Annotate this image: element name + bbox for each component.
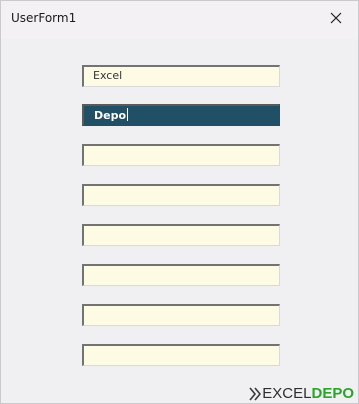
window-title: UserForm1 [11,11,77,25]
textbox-8[interactable] [82,344,280,366]
excel-depo-watermark: EXCEL DEPO [249,385,354,402]
watermark-depo-text: DEPO [311,385,354,402]
textbox-2[interactable]: Depo [82,104,280,126]
watermark-logo-icon [249,386,262,401]
textbox-1-value: Excel [93,69,123,82]
close-button[interactable] [316,1,356,35]
title-bar[interactable]: UserForm1 [1,1,358,39]
close-icon [330,12,342,24]
textbox-3[interactable] [82,144,280,166]
textbox-2-value: Depo [94,109,127,122]
textbox-4[interactable] [82,184,280,206]
text-caret [127,108,129,121]
textbox-5[interactable] [82,224,280,246]
textbox-1[interactable]: Excel [82,65,280,87]
textbox-6[interactable] [82,264,280,286]
userform-window: UserForm1 Excel Depo EXCEL DEPO [0,0,359,404]
textbox-7[interactable] [82,304,280,326]
watermark-excel-text: EXCEL [262,385,312,402]
